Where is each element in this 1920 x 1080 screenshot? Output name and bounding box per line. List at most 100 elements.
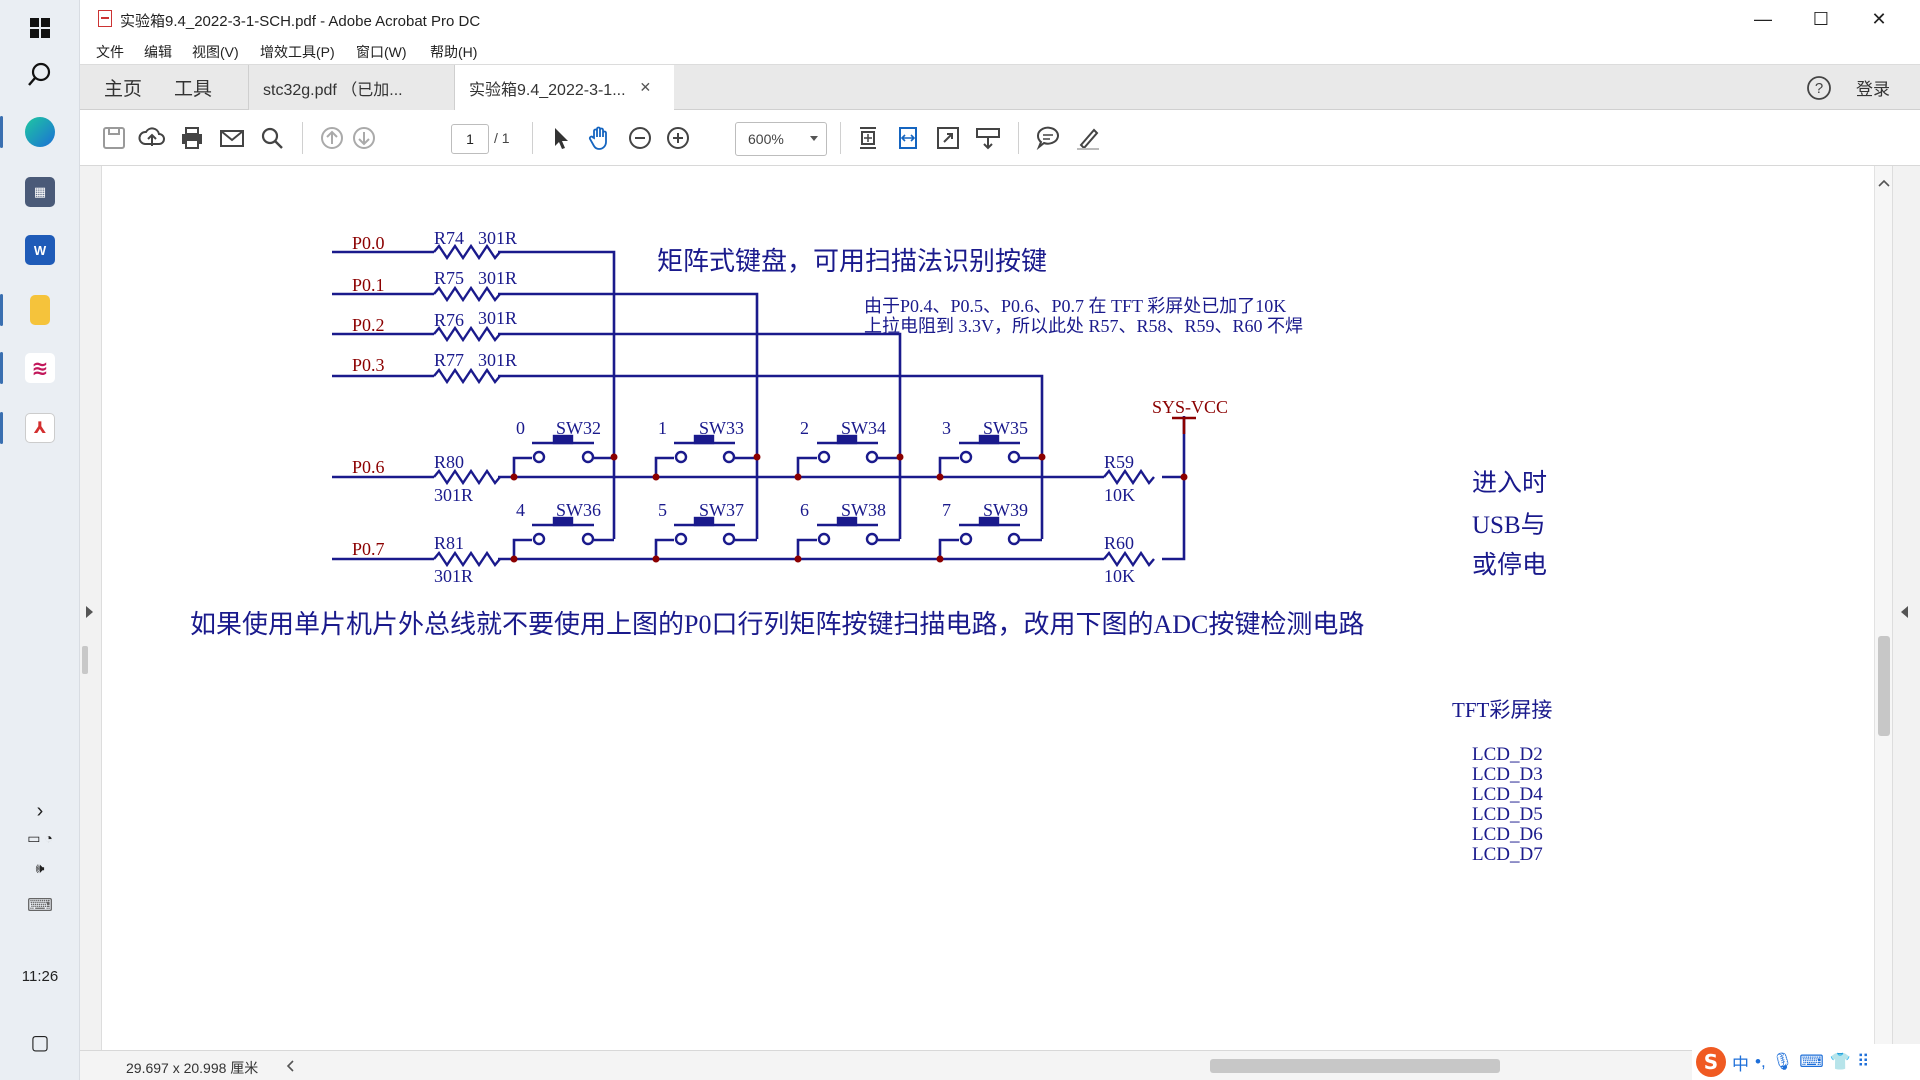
menu-help[interactable]: 帮助(H) — [430, 42, 477, 62]
close-button[interactable]: ✕ — [1850, 0, 1908, 38]
tab-document-stc32g[interactable]: stc32g.pdf （已加... — [248, 65, 454, 110]
switch-name: SW32 — [556, 418, 601, 438]
ime-toolbar[interactable]: S 中 •, 🎙 ⌨ 👕 ⠿ — [1692, 1044, 1920, 1080]
grid-icon[interactable]: ⠿ — [1857, 1052, 1869, 1072]
search-button[interactable] — [8, 46, 72, 102]
taskbar-explorer[interactable] — [0, 282, 72, 338]
taskbar-edge[interactable] — [0, 104, 72, 160]
taskbar-word[interactable]: W — [8, 222, 72, 278]
help-icon[interactable]: ? — [1804, 65, 1834, 110]
next-page-icon[interactable] — [348, 122, 380, 154]
lcd-line: LCD_D5 — [1472, 804, 1543, 825]
resistor-value: 301R — [478, 308, 517, 328]
print-icon[interactable] — [176, 122, 208, 154]
toolbar-divider — [1018, 122, 1019, 154]
highlight-pen-icon[interactable] — [1072, 122, 1104, 154]
resistor-label: R76 — [434, 310, 464, 330]
toolbar-divider — [302, 122, 303, 154]
comment-icon[interactable] — [1032, 122, 1064, 154]
save-icon[interactable] — [98, 122, 130, 154]
menu-view[interactable]: 视图(V) — [192, 42, 239, 62]
scroll-up-icon[interactable] — [1875, 176, 1893, 190]
folder-icon — [30, 295, 50, 325]
horizontal-scrollbar[interactable] — [286, 1055, 1910, 1077]
zoom-value: 600% — [748, 131, 784, 147]
tab-document-sch[interactable]: 实验箱9.4_2022-3-1... ✕ — [454, 65, 674, 110]
taskbar-app[interactable]: ≋ — [0, 340, 72, 396]
prev-page-icon[interactable] — [316, 122, 348, 154]
pullup-value: 10K — [1104, 566, 1135, 586]
full-screen-icon[interactable] — [932, 122, 964, 154]
taskbar-acrobat[interactable]: ⅄ — [0, 400, 72, 456]
scroll-thumb[interactable] — [1210, 1059, 1500, 1073]
toolbar-divider — [840, 122, 841, 154]
ime-language[interactable]: 中 — [1732, 1050, 1749, 1075]
hand-tool-icon[interactable] — [584, 122, 616, 154]
left-panel-strip[interactable] — [80, 166, 102, 1050]
keyboard-icon[interactable]: ⌨ — [1799, 1052, 1824, 1072]
email-icon[interactable] — [216, 122, 248, 154]
resistor-value: 301R — [478, 350, 517, 370]
resistor-label: R77 — [434, 350, 464, 370]
panel-grip[interactable] — [82, 646, 88, 674]
skin-icon[interactable]: 👕 — [1830, 1052, 1851, 1072]
port-label: P0.3 — [352, 355, 385, 375]
switch-number: 5 — [658, 500, 667, 520]
scroll-mode-icon[interactable] — [972, 122, 1004, 154]
zoom-in-icon[interactable] — [662, 122, 694, 154]
expand-right-icon[interactable] — [1901, 606, 1908, 618]
right-panel-strip[interactable] — [1892, 166, 1920, 1050]
cloud-upload-icon[interactable] — [136, 122, 168, 154]
switch-name: SW35 — [983, 418, 1028, 438]
side-text: USB与 — [1472, 512, 1546, 539]
expand-left-icon[interactable] — [86, 606, 93, 618]
scroll-left-icon[interactable] — [284, 1055, 298, 1077]
lcd-line: LCD_D4 — [1472, 784, 1543, 805]
minimize-button[interactable]: — — [1734, 0, 1792, 38]
schematic-note-line1: 由于P0.4、P0.5、P0.6、P0.7 在 TFT 彩屏处已加了10K — [864, 296, 1286, 316]
fit-page-icon[interactable] — [852, 122, 884, 154]
resistor-label: R81 — [434, 533, 464, 553]
clock[interactable]: 11:26 — [0, 968, 80, 985]
lcd-line: LCD_D3 — [1472, 764, 1543, 785]
scroll-thumb[interactable] — [1878, 636, 1890, 736]
fit-width-icon[interactable] — [892, 122, 924, 154]
title-bar: 实验箱9.4_2022-3-1-SCH.pdf - Adobe Acrobat … — [80, 0, 1920, 38]
punctuation-icon[interactable]: •, — [1755, 1052, 1766, 1072]
tray-expand-icon[interactable]: › — [0, 800, 80, 823]
port-label: P0.0 — [352, 233, 385, 253]
zoom-out-icon[interactable] — [624, 122, 656, 154]
pdf-page[interactable]: 矩阵式键盘，可用扫描法识别按键 由于P0.4、P0.5、P0.6、P0.7 在 … — [102, 166, 1892, 1050]
schematic-title: 矩阵式键盘，可用扫描法识别按键 — [657, 247, 1047, 276]
switch-number: 0 — [516, 418, 525, 438]
menu-window[interactable]: 窗口(W) — [356, 42, 407, 62]
microphone-icon[interactable]: 🎙 — [1772, 1052, 1794, 1072]
pullup-label: R60 — [1104, 533, 1134, 553]
menu-file[interactable]: 文件 — [96, 42, 124, 62]
vertical-scrollbar[interactable] — [1874, 166, 1892, 1050]
word-icon: W — [25, 235, 55, 265]
port-label: P0.1 — [352, 275, 385, 295]
volume-icon[interactable]: 🕪 — [0, 860, 80, 877]
select-tool-icon[interactable] — [544, 122, 576, 154]
page-number-input[interactable]: 1 — [451, 124, 489, 154]
taskbar-calculator[interactable]: ▦ — [8, 164, 72, 220]
zoom-select[interactable]: 600% — [735, 122, 827, 156]
signin-link[interactable]: 登录 — [1856, 65, 1890, 110]
sogou-icon[interactable]: S — [1696, 1047, 1726, 1077]
tft-label: TFT彩屏接 — [1452, 698, 1552, 722]
tab-tools[interactable]: 工具 — [174, 65, 212, 110]
side-text: 或停电 — [1472, 551, 1547, 579]
input-icon[interactable]: ⌨ — [0, 895, 80, 916]
find-icon[interactable] — [256, 122, 288, 154]
switch-number: 7 — [942, 500, 951, 520]
tab-close-icon[interactable]: ✕ — [640, 79, 652, 96]
maximize-button[interactable]: ☐ — [1792, 0, 1850, 38]
menu-edit[interactable]: 编辑 — [144, 42, 172, 62]
document-area: 矩阵式键盘，可用扫描法识别按键 由于P0.4、P0.5、P0.6、P0.7 在 … — [80, 166, 1920, 1050]
calculator-icon: ▦ — [25, 177, 55, 207]
menu-plugins[interactable]: 增效工具(P) — [260, 42, 335, 62]
notification-icon[interactable]: ▢ — [0, 1030, 80, 1055]
tab-home[interactable]: 主页 — [104, 65, 142, 110]
battery-network-icons[interactable]: ▭ ◔ — [0, 830, 80, 847]
